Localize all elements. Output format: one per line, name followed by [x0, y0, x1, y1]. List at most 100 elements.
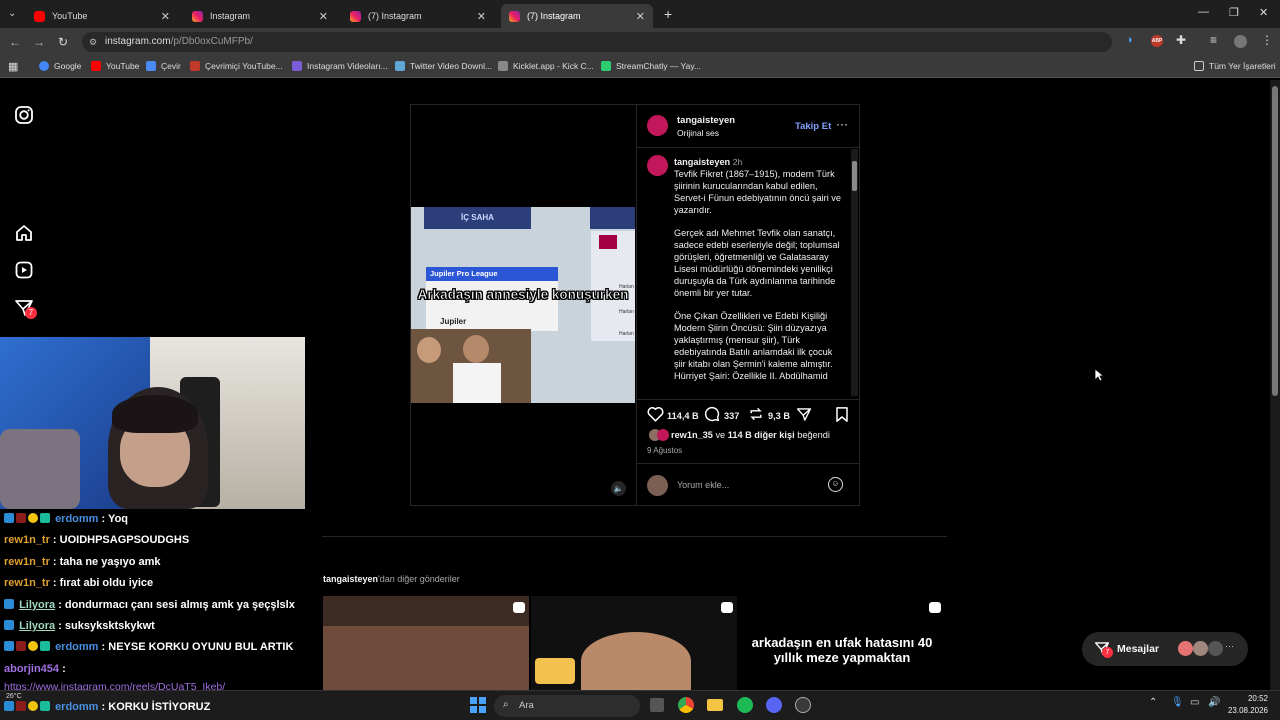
audio-label[interactable]: Orijinal ses: [677, 127, 719, 139]
like-count[interactable]: 114,4 B: [667, 410, 699, 422]
messages-pill[interactable]: 7 Mesajlar ···: [1082, 632, 1248, 666]
chat-text: Yoq: [108, 513, 129, 525]
comment-icon[interactable]: [704, 406, 720, 422]
instagram-logo-icon[interactable]: [14, 105, 34, 125]
more-post-thumb-2[interactable]: [531, 596, 737, 690]
chat-username: erdomm: [55, 701, 99, 713]
restore-button[interactable]: ❐: [1229, 6, 1239, 19]
follow-button[interactable]: Takip Et: [795, 121, 831, 132]
reading-list-icon[interactable]: ≡: [1210, 33, 1217, 47]
liked-by-line: rew1n_35 ve 114 B diğer kişi beğendi: [671, 429, 830, 441]
tab-instagram-2[interactable]: (7) Instagram ✕: [342, 4, 494, 28]
download-icon: [292, 61, 302, 71]
profile-avatar[interactable]: [1234, 35, 1247, 48]
close-icon[interactable]: ✕: [319, 10, 328, 23]
heart-icon[interactable]: [647, 406, 664, 422]
volume-icon[interactable]: 🔈: [611, 481, 626, 496]
clock-time[interactable]: 20:52: [1228, 694, 1268, 703]
apps-grid-icon[interactable]: ▦: [8, 60, 18, 73]
liked-by-user[interactable]: rew1n_35: [671, 430, 713, 440]
forward-button[interactable]: →: [31, 34, 47, 50]
side-row: Harlan: [619, 309, 634, 315]
comment-input[interactable]: Yorum ekle...: [677, 480, 817, 490]
all-bookmarks[interactable]: Tüm Yer İşaretleri: [1194, 61, 1276, 71]
caption-scrollbar[interactable]: [851, 149, 858, 396]
scrollbar-thumb[interactable]: [1272, 86, 1278, 396]
author-username[interactable]: tangaisteyen: [677, 115, 735, 127]
site-info-icon[interactable]: ⚙: [89, 32, 97, 52]
more-post-thumb-1[interactable]: [323, 596, 529, 690]
chat-text: KORKU İSTİYORUZ: [108, 701, 211, 713]
bookmark-streamchatly[interactable]: StreamChatly — Yay...: [601, 61, 701, 71]
windows-start-icon[interactable]: [470, 697, 486, 713]
reels-icon[interactable]: [14, 260, 34, 280]
bookmark-kicklet[interactable]: Kicklet.app - Kick C...: [498, 61, 594, 71]
save-bookmark-icon[interactable]: [835, 407, 849, 422]
chat-username: rew1n_tr: [4, 577, 50, 589]
author-avatar[interactable]: [647, 115, 668, 136]
taskbar-search[interactable]: ⌕ Ara: [494, 695, 640, 717]
adblock-icon[interactable]: ABP: [1151, 35, 1163, 47]
liked-by-others[interactable]: 114 B diğer kişi: [728, 430, 795, 440]
webcam-overlay: [0, 337, 305, 509]
chrome-icon[interactable]: [678, 697, 694, 713]
extension-icon[interactable]: ◗: [1127, 34, 1134, 46]
clock-date[interactable]: 23.08.2026: [1222, 706, 1268, 715]
close-icon[interactable]: ✕: [161, 10, 170, 23]
reload-button[interactable]: ↻: [55, 34, 71, 50]
tray-chevron-icon[interactable]: ⌃: [1149, 697, 1157, 708]
more-post-thumb-3[interactable]: arkadaşın en ufak hatasını 40 yıllık mez…: [739, 596, 945, 690]
new-tab-button[interactable]: +: [664, 6, 672, 22]
close-window-button[interactable]: ✕: [1259, 6, 1268, 19]
microphone-icon[interactable]: 🎙: [1171, 697, 1184, 708]
tab-strip: ⌄ YouTube ✕ Instagram ✕ (7) Instagram ✕ …: [0, 0, 1280, 28]
close-icon[interactable]: ✕: [636, 10, 645, 23]
thumb-scene: [323, 626, 529, 690]
address-field[interactable]: ⚙ instagram.com/p/Db0oxCuMFPb/: [82, 32, 1112, 52]
home-icon[interactable]: [14, 223, 34, 243]
bookmark-youtube[interactable]: YouTube: [91, 61, 139, 71]
post-sidebar: tangaisteyen Orijinal ses Takip Et ··· t…: [636, 105, 860, 505]
tab-instagram-active[interactable]: (7) Instagram ✕: [501, 4, 653, 28]
avatar: [1193, 641, 1208, 656]
file-explorer-icon[interactable]: [707, 699, 723, 711]
more-options-icon[interactable]: ···: [836, 117, 848, 131]
comment-count[interactable]: 337: [724, 410, 739, 422]
more-posts-user[interactable]: tangaisteyen: [323, 574, 378, 584]
repost-icon[interactable]: [748, 406, 764, 422]
page-scrollbar[interactable]: [1270, 80, 1280, 690]
share-icon[interactable]: [796, 407, 812, 422]
chat-message: erdomm : Yoq: [4, 513, 128, 525]
spotify-icon[interactable]: [737, 697, 753, 713]
bookmark-cevir[interactable]: Çevir: [146, 61, 181, 71]
bookmark-google[interactable]: Google: [39, 61, 81, 71]
chat-text: suksyksktskykwt: [64, 620, 155, 632]
close-icon[interactable]: ✕: [477, 10, 486, 23]
bookmark-yt-converter[interactable]: Çevrimiçi YouTube...: [190, 61, 283, 71]
bookmark-ig-videos[interactable]: Instagram Videoları...: [292, 61, 388, 71]
what-the-tep-badge: [535, 658, 575, 684]
caption-avatar[interactable]: [647, 155, 668, 176]
chat-text: dondurmacı çanı sesi almış amk ya şeçşls…: [64, 599, 295, 611]
back-button[interactable]: ←: [7, 34, 23, 50]
converter-icon: [190, 61, 200, 71]
extensions-puzzle-icon[interactable]: ✚: [1176, 33, 1186, 47]
tab-instagram-1[interactable]: Instagram ✕: [184, 4, 336, 28]
discord-icon[interactable]: [766, 697, 782, 713]
bookmark-twitter-dl[interactable]: Twitter Video Downl...: [395, 61, 492, 71]
emoji-icon[interactable]: ☺: [828, 477, 843, 492]
volume-icon[interactable]: 🔊: [1208, 697, 1220, 708]
tab-search-icon[interactable]: ⌄: [8, 8, 16, 19]
app-icon[interactable]: [795, 697, 811, 713]
minimize-button[interactable]: —: [1198, 6, 1209, 18]
caption-username[interactable]: tangaisteyen: [674, 157, 730, 167]
menu-kebab-icon[interactable]: ⋮: [1261, 33, 1273, 47]
scrollbar-thumb[interactable]: [852, 161, 857, 191]
repost-count[interactable]: 9,3 B: [768, 410, 790, 422]
tab-youtube[interactable]: YouTube ✕: [26, 4, 178, 28]
task-view-icon[interactable]: [650, 698, 664, 712]
weather-temp[interactable]: 26°C: [6, 693, 22, 700]
badge-icon: [4, 701, 14, 711]
more-posts-heading: tangaisteyen'dan diğer gönderiler: [323, 574, 460, 584]
network-icon[interactable]: ▭: [1190, 697, 1199, 708]
